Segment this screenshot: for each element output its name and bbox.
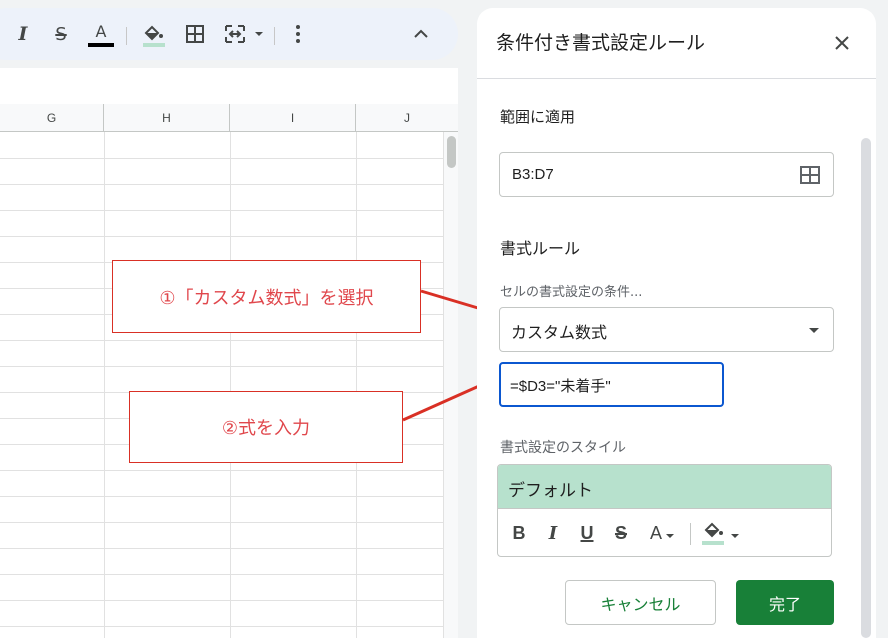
chevron-down-icon (731, 534, 739, 538)
style-strikethrough-button[interactable]: S (610, 518, 632, 548)
format-rules-heading: 書式ルール (500, 239, 581, 258)
annotation-step-2: ②式を入力 (129, 391, 403, 463)
condition-label: セルの書式設定の条件... (500, 285, 643, 300)
done-button[interactable]: 完了 (736, 580, 834, 625)
italic-button[interactable]: I (10, 8, 36, 60)
close-icon (835, 36, 849, 50)
cancel-button[interactable]: キャンセル (565, 580, 716, 625)
vertical-scrollbar[interactable] (443, 132, 458, 638)
borders-icon (186, 25, 204, 43)
condition-value: カスタム数式 (511, 323, 608, 342)
fill-color-icon (143, 25, 165, 47)
formatting-toolbar: I S A (0, 8, 458, 60)
chevron-down-icon (666, 534, 674, 538)
text-color-icon: A (95, 21, 107, 41)
merge-options-caret[interactable] (252, 8, 266, 60)
column-header-row: G H I J (0, 104, 458, 132)
style-underline-button[interactable]: U (576, 518, 598, 548)
range-label: 範囲に適用 (500, 108, 576, 126)
annotation-step-1: ①「カスタム数式」を選択 (112, 260, 421, 333)
style-bold-button[interactable]: B (508, 518, 530, 548)
borders-button[interactable] (182, 8, 208, 60)
text-color-button[interactable]: A (86, 8, 116, 60)
fill-color-button[interactable] (138, 8, 168, 60)
select-range-icon[interactable] (799, 165, 821, 185)
collapse-toolbar-button[interactable] (408, 8, 434, 60)
merge-cells-button[interactable] (222, 8, 248, 60)
strikethrough-button[interactable]: S (48, 8, 74, 60)
panel-title: 条件付き書式設定ルール (496, 32, 706, 54)
column-header-j[interactable]: J (356, 104, 458, 132)
more-options-button[interactable] (288, 8, 308, 60)
style-preview[interactable]: デフォルト (498, 465, 831, 509)
merge-cells-icon (225, 25, 245, 43)
fill-color-icon (702, 522, 724, 545)
conditional-format-panel: 条件付き書式設定ルール 範囲に適用 B3:D7 書式ルール セルの書式設定の条件… (477, 8, 876, 638)
chevron-down-icon (809, 328, 819, 333)
format-style-box: デフォルト B I U S A (497, 464, 832, 557)
scrollbar-thumb[interactable] (447, 136, 456, 168)
annotation-step-1-text: ①「カスタム数式」を選択 (159, 287, 374, 309)
style-preview-text: デフォルト (508, 481, 593, 501)
range-value: B3:D7 (512, 166, 554, 183)
column-header-h[interactable]: H (104, 104, 230, 132)
panel-scrollbar[interactable] (861, 138, 871, 638)
spreadsheet-grid[interactable]: G H I J (0, 68, 458, 638)
range-input[interactable]: B3:D7 (499, 152, 834, 197)
style-italic-button[interactable]: I (542, 518, 564, 548)
column-header-g[interactable]: G (0, 104, 104, 132)
style-text-color-button[interactable]: A (644, 518, 680, 548)
custom-formula-input[interactable]: =$D3="未着手" (499, 362, 724, 407)
style-fill-color-button[interactable] (700, 518, 740, 548)
more-vert-icon (296, 25, 300, 29)
chevron-up-icon (414, 29, 428, 38)
condition-select[interactable]: カスタム数式 (499, 307, 834, 352)
formula-value: =$D3="未着手" (510, 378, 611, 395)
style-label: 書式設定のスタイル (500, 440, 626, 456)
text-color-icon: A (649, 522, 662, 543)
close-panel-button[interactable] (831, 32, 853, 54)
column-header-i[interactable]: I (230, 104, 356, 132)
chevron-down-icon (255, 32, 263, 36)
annotation-step-2-text: ②式を入力 (221, 418, 311, 439)
